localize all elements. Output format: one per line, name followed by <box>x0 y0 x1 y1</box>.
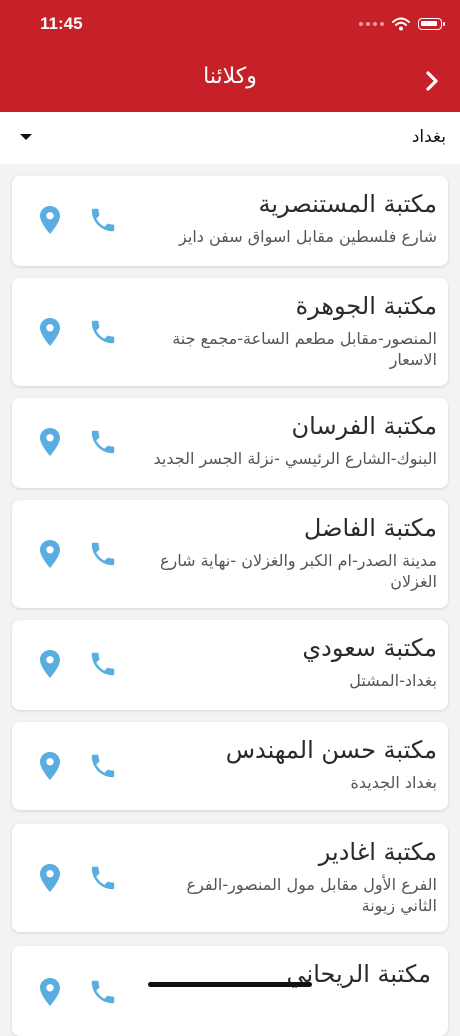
agent-card: مكتبة سعودي بغداد-المشتل <box>12 620 448 710</box>
location-pin-icon[interactable] <box>38 977 62 1007</box>
location-pin-icon[interactable] <box>38 751 62 781</box>
agent-address: البنوك-الشارع الرئيسي -نزلة الجسر الجديد <box>153 449 437 468</box>
agent-name: مكتبة سعودي <box>302 634 437 662</box>
agent-card: مكتبة اغادير الفرع الأول مقابل مول المنص… <box>12 824 448 932</box>
agent-name: مكتبة الفاضل <box>303 514 437 542</box>
location-pin-icon[interactable] <box>38 539 62 569</box>
signal-icon <box>359 22 384 26</box>
caret-down-icon <box>20 134 32 140</box>
phone-icon[interactable] <box>88 863 118 893</box>
agent-card: مكتبة المستنصرية شارع فلسطين مقابل اسواق… <box>12 176 448 266</box>
city-dropdown[interactable]: بغداد <box>0 112 460 164</box>
agent-address: بغداد-المشتل <box>349 671 437 690</box>
chevron-right-icon <box>426 71 438 91</box>
agent-name: مكتبة الفرسان <box>291 412 438 440</box>
agent-card: مكتبة الفرسان البنوك-الشارع الرئيسي -نزل… <box>12 398 448 488</box>
phone-icon[interactable] <box>88 205 118 235</box>
battery-icon <box>418 18 445 30</box>
agent-name: مكتبة اغادير <box>318 838 437 866</box>
phone-icon[interactable] <box>88 317 118 347</box>
wifi-icon <box>392 17 410 31</box>
agent-card: مكتبة حسن المهندس بغداد الجديدة <box>12 722 448 810</box>
location-pin-icon[interactable] <box>38 427 62 457</box>
status-icons <box>359 14 445 34</box>
location-pin-icon[interactable] <box>38 317 62 347</box>
phone-icon[interactable] <box>88 427 118 457</box>
agent-address: المنصور-مقابل مطعم الساعة-مجمع جنة الاسع… <box>172 329 437 369</box>
location-pin-icon[interactable] <box>38 205 62 235</box>
phone-icon[interactable] <box>88 649 118 679</box>
page-title: وكلائنا <box>203 64 257 89</box>
agent-card: مكتبة الجوهرة المنصور-مقابل مطعم الساعة-… <box>12 278 448 386</box>
phone-icon[interactable] <box>88 977 118 1007</box>
agent-name: مكتبة المستنصرية <box>258 190 437 218</box>
city-selected-value: بغداد <box>411 127 446 147</box>
back-button[interactable] <box>418 66 446 96</box>
agent-address: الفرع الأول مقابل مول المنصور-الفرع الثا… <box>186 875 437 915</box>
agent-card: مكتبة الريحاني <box>12 946 448 1036</box>
agent-address: بغداد الجديدة <box>350 773 437 792</box>
agent-name: مكتبة حسن المهندس <box>225 736 437 764</box>
agent-address: مدينة الصدر-ام الكبر والغزلان -نهاية شار… <box>159 551 437 591</box>
app-header: 11:45 وكلائنا <box>0 0 460 112</box>
agent-name: مكتبة الجوهرة <box>295 292 437 320</box>
location-pin-icon[interactable] <box>38 649 62 679</box>
location-pin-icon[interactable] <box>38 863 62 893</box>
status-time: 11:45 <box>40 14 83 33</box>
phone-icon[interactable] <box>88 751 118 781</box>
agent-card: مكتبة الفاضل مدينة الصدر-ام الكبر والغزل… <box>12 500 448 608</box>
phone-icon[interactable] <box>88 539 118 569</box>
home-indicator[interactable] <box>148 982 312 987</box>
agent-address: شارع فلسطين مقابل اسواق سفن دايز <box>179 227 437 246</box>
